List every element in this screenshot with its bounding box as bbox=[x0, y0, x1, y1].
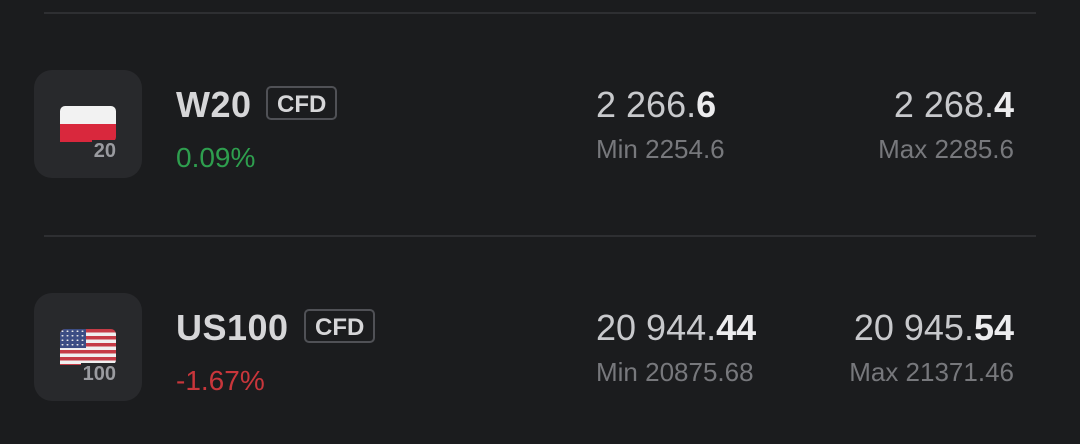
ask-price-main: 2 268. bbox=[893, 84, 994, 125]
usa-flag-icon bbox=[60, 329, 116, 365]
instrument-symbol: W20 bbox=[176, 84, 252, 125]
icon-number: 100 bbox=[80, 363, 118, 385]
bid-price-bold: 44 bbox=[716, 307, 757, 348]
cfd-badge: CFD bbox=[304, 309, 376, 343]
instrument-row-us100[interactable]: 100 US100 CFD -1.67% 20 944.44 Min 20875… bbox=[0, 293, 1080, 443]
bid-price-main: 20 944. bbox=[596, 307, 717, 348]
min-label: Min 20875.68 bbox=[596, 357, 754, 387]
divider-middle bbox=[44, 235, 1036, 237]
max-label: Max 2285.6 bbox=[878, 134, 1014, 164]
change-percent: 0.09% bbox=[176, 142, 256, 173]
divider-top bbox=[44, 12, 1036, 14]
instrument-row-w20[interactable]: 20 W20 CFD 0.09% 2 266.6 Min 2254.6 2 26… bbox=[0, 70, 1080, 220]
ask-price: 2 268.4 bbox=[894, 84, 1014, 126]
ask-price-main: 20 945. bbox=[853, 307, 974, 348]
icon-number: 20 bbox=[91, 140, 118, 162]
instrument-icon: 20 bbox=[34, 70, 142, 178]
cfd-badge: CFD bbox=[266, 86, 338, 120]
poland-flag-icon bbox=[60, 106, 116, 142]
bid-price: 2 266.6 bbox=[596, 84, 716, 126]
max-label: Max 21371.46 bbox=[849, 357, 1014, 387]
bid-price-bold: 6 bbox=[696, 84, 717, 125]
ask-price-bold: 54 bbox=[973, 307, 1014, 348]
instrument-icon: 100 bbox=[34, 293, 142, 401]
instrument-symbol: US100 bbox=[176, 307, 289, 348]
min-label: Min 2254.6 bbox=[596, 134, 725, 164]
ask-price-bold: 4 bbox=[993, 84, 1014, 125]
bid-price: 20 944.44 bbox=[596, 307, 756, 349]
change-percent: -1.67% bbox=[176, 365, 265, 396]
bid-price-main: 2 266. bbox=[596, 84, 697, 125]
ask-price: 20 945.54 bbox=[854, 307, 1014, 349]
